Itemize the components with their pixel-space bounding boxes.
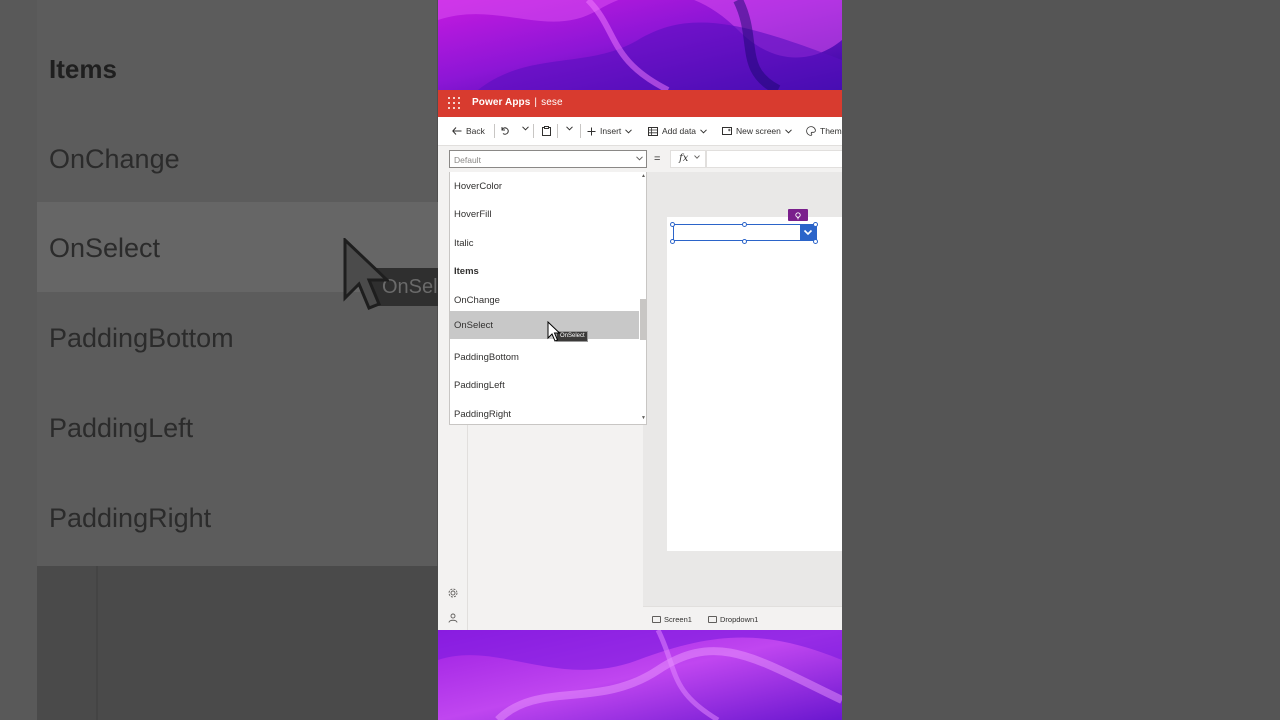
clipboard-icon	[542, 126, 551, 136]
zoom-divider	[96, 566, 98, 720]
app-launcher-icon[interactable]	[448, 97, 460, 109]
paste-menu-chevron[interactable]	[566, 126, 577, 131]
formula-input[interactable]	[706, 150, 842, 168]
toolbar-divider	[494, 124, 495, 138]
resize-handle[interactable]	[742, 222, 747, 227]
zoom-side-rail	[0, 0, 37, 720]
mouse-cursor-icon	[547, 321, 561, 342]
breadcrumb-screen[interactable]: Screen1	[652, 615, 692, 624]
property-dropdown[interactable]: Default	[449, 150, 647, 168]
phone-frame: Power Apps | sese Back Insert Add data N…	[438, 0, 842, 720]
fx-button[interactable]: fx	[670, 150, 706, 168]
undo-button[interactable]	[500, 126, 513, 135]
undo-icon	[501, 127, 509, 135]
theme-label: Them	[820, 126, 842, 136]
scrollbar-thumb[interactable]	[640, 299, 646, 340]
property-item-paddingright[interactable]: PaddingRight	[450, 400, 639, 424]
palette-icon	[806, 126, 816, 136]
chevron-down-icon	[522, 126, 529, 131]
property-item-paddingbottom[interactable]: PaddingBottom	[450, 343, 639, 371]
insert-button[interactable]: Insert	[587, 126, 636, 136]
chevron-down-icon	[694, 155, 700, 159]
database-icon	[648, 126, 658, 136]
zoom-cursor-icon	[343, 238, 389, 310]
back-arrow-icon	[452, 127, 462, 135]
app-header: Power Apps | sese	[438, 90, 842, 117]
screen-icon	[652, 616, 661, 623]
property-item-italic[interactable]: Italic	[450, 229, 639, 257]
formula-bar: Default = fx	[438, 146, 842, 172]
property-item-paddingleft[interactable]: PaddingLeft	[450, 371, 639, 399]
add-data-button[interactable]: Add data	[648, 126, 711, 136]
app-name: sese	[541, 97, 563, 108]
property-list: HoverColor HoverFill Italic Items OnChan…	[449, 172, 647, 425]
ideas-badge[interactable]	[788, 209, 808, 221]
new-screen-icon	[722, 127, 732, 135]
chevron-down-icon	[636, 156, 643, 161]
new-screen-label: New screen	[736, 126, 781, 136]
resize-handle[interactable]	[670, 239, 675, 244]
zoom-item: OnChange	[49, 144, 180, 174]
virtual-agent-icon[interactable]	[448, 613, 458, 623]
zoom-right-area	[842, 0, 1280, 720]
title-separator: |	[534, 97, 538, 108]
resize-handle[interactable]	[813, 239, 818, 244]
resize-handle[interactable]	[813, 222, 818, 227]
paste-button[interactable]	[542, 126, 555, 136]
app-title: Power Apps | sese	[472, 97, 563, 108]
toolbar-divider	[557, 124, 558, 138]
breadcrumb-screen-label: Screen1	[664, 615, 692, 624]
scroll-up-arrow-icon[interactable]: ▲	[641, 173, 646, 179]
wallpaper-top	[438, 0, 842, 90]
dropdown-control-icon	[708, 616, 717, 623]
chevron-down-icon	[700, 128, 707, 134]
status-bar: Screen1 Dropdown1	[643, 606, 842, 630]
wallpaper-bottom	[438, 630, 842, 720]
chevron-down-icon	[566, 126, 573, 131]
equals-sign: =	[654, 153, 661, 165]
property-item-hoverfill[interactable]: HoverFill	[450, 200, 639, 228]
toolbar-divider	[533, 124, 534, 138]
zoom-item: PaddingBottom	[49, 323, 234, 353]
product-name: Power Apps	[472, 97, 531, 108]
settings-gear-icon[interactable]	[448, 588, 458, 598]
breadcrumb-control-label: Dropdown1	[720, 615, 759, 624]
lightbulb-icon	[795, 212, 801, 220]
resize-handle[interactable]	[670, 222, 675, 227]
add-data-label: Add data	[662, 126, 697, 136]
back-button[interactable]: Back	[452, 126, 485, 136]
property-item-hovercolor[interactable]: HoverColor	[450, 172, 639, 200]
zoom-item: OnSelect	[49, 233, 161, 263]
property-dropdown-value: Default	[454, 155, 481, 165]
command-bar: Back Insert Add data New screen Them	[438, 117, 842, 146]
plus-icon	[587, 127, 596, 135]
insert-label: Insert	[600, 126, 622, 136]
scroll-down-arrow-icon[interactable]: ▼	[641, 415, 646, 421]
property-list-scrollbar[interactable]: ▲ ▼	[639, 172, 646, 424]
property-item-onchange[interactable]: OnChange	[450, 286, 639, 314]
resize-handle[interactable]	[742, 239, 747, 244]
new-screen-button[interactable]: New screen	[722, 126, 796, 136]
chevron-down-icon	[785, 128, 792, 134]
back-label: Back	[466, 126, 485, 136]
toolbar-divider	[580, 124, 581, 138]
property-item-items[interactable]: Items	[450, 257, 639, 285]
property-item-onselect[interactable]: OnSelect	[450, 311, 639, 339]
theme-button[interactable]: Them	[806, 126, 842, 136]
zoom-item: PaddingRight	[49, 503, 212, 533]
screen-canvas[interactable]	[667, 217, 842, 551]
fx-icon: fx	[679, 153, 689, 164]
undo-menu-chevron[interactable]	[522, 126, 533, 131]
chevron-down-icon	[625, 128, 633, 134]
zoom-item: Items	[49, 54, 117, 84]
zoom-item: PaddingLeft	[49, 413, 194, 443]
breadcrumb-control[interactable]: Dropdown1	[708, 615, 758, 624]
